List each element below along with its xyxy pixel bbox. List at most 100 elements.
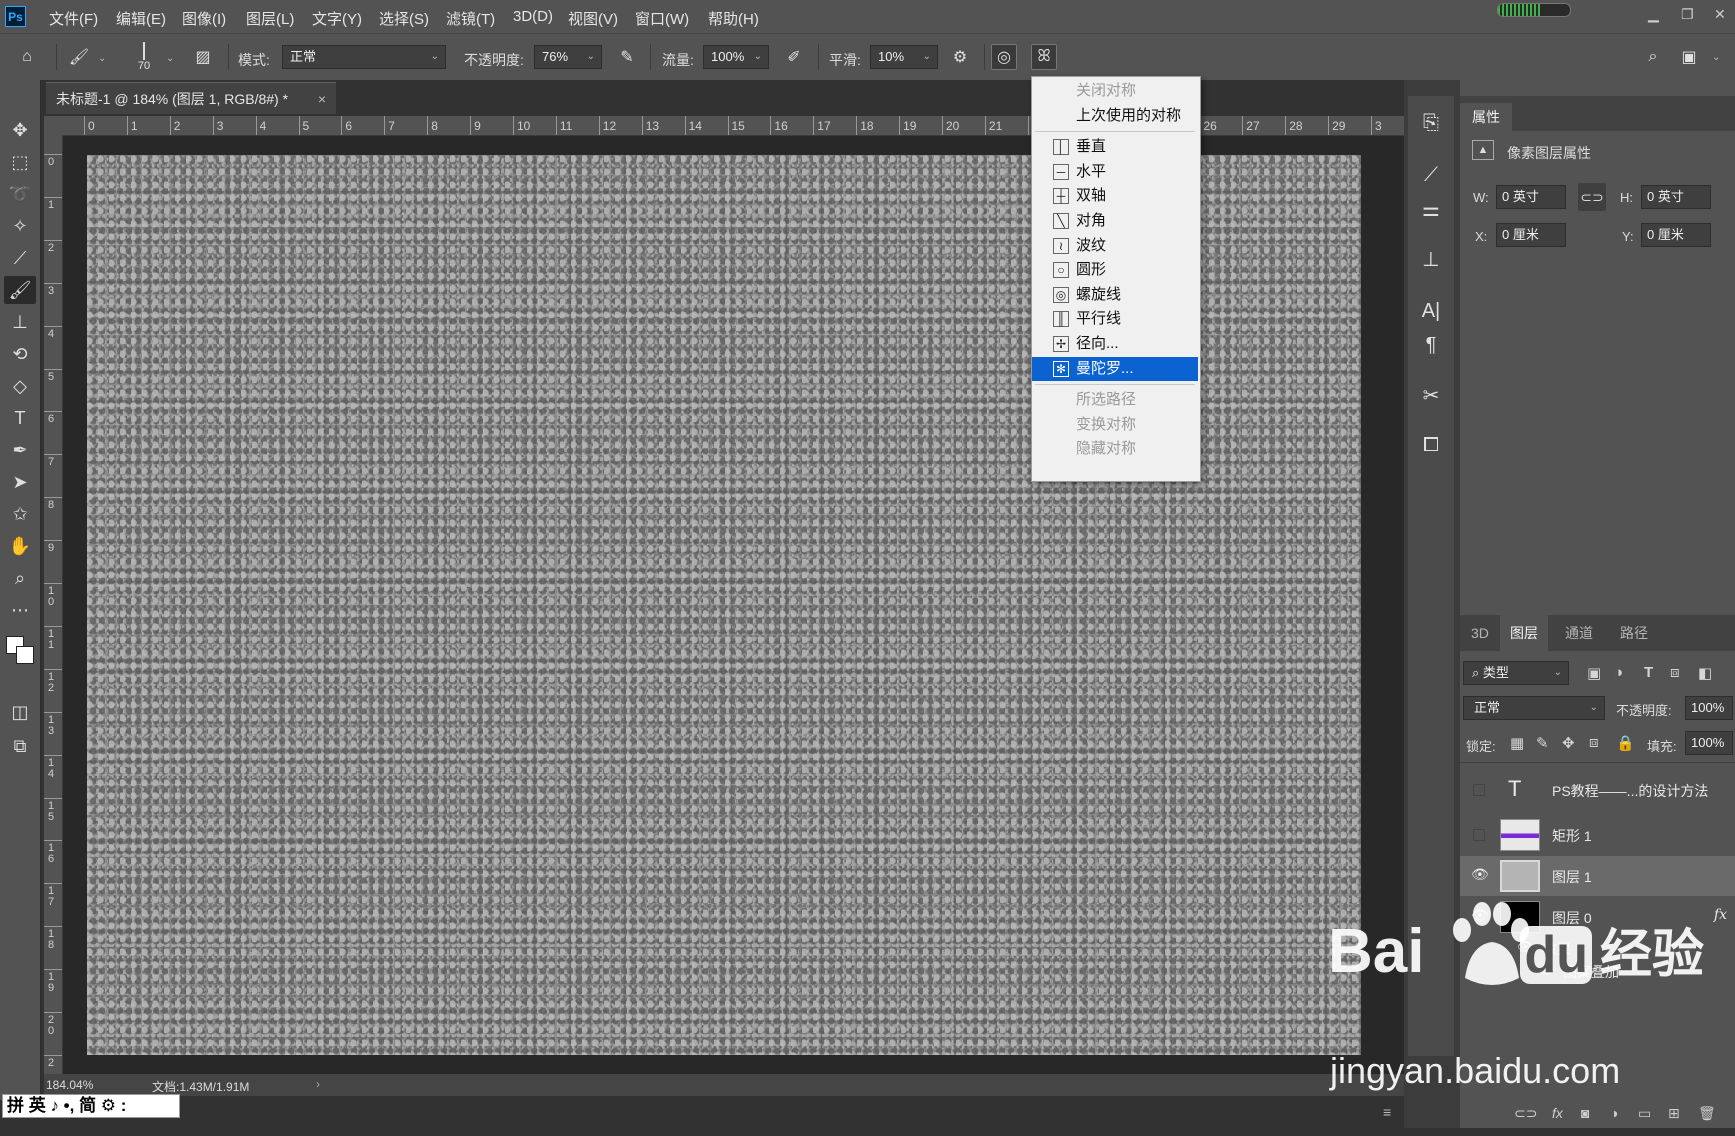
menu-select[interactable]: 选择(S) <box>379 8 429 29</box>
symmetry-menu-item[interactable]: ╲ 对角 <box>1032 209 1198 233</box>
menu-help[interactable]: 帮助(H) <box>708 8 759 29</box>
menu-type[interactable]: 文字(Y) <box>312 8 362 29</box>
zoom-tool-icon[interactable]: ⌕ <box>4 564 36 592</box>
opacity-field[interactable]: 76% ⌄ <box>534 45 602 69</box>
ime-toolbar[interactable]: 拼 英 ♪ •, 简 ⚙ : <box>2 1094 180 1118</box>
new-layer-icon[interactable]: ⊞ <box>1668 1105 1680 1122</box>
tools-preset-icon[interactable]: ✂ <box>1412 378 1450 412</box>
pressure-opacity-icon[interactable]: ✎ <box>614 44 640 70</box>
symmetry-menu-item[interactable]: ○ 圆形 <box>1032 258 1198 282</box>
lock-all-icon[interactable]: 🔒 <box>1616 734 1635 752</box>
add-mask-icon[interactable]: ◙ <box>1581 1105 1589 1121</box>
brush-settings-icon[interactable]: ⟋ <box>1412 158 1450 192</box>
symmetry-menu-item[interactable]: ✢ 径向... <box>1032 332 1198 356</box>
ruler-top[interactable]: 0123456789101112131415161718192021222324… <box>62 116 1404 136</box>
close-icon[interactable]: ✕ <box>1714 6 1726 23</box>
magic-wand-icon[interactable]: ✧ <box>4 212 36 240</box>
filter-type-icon[interactable]: T <box>1644 664 1653 681</box>
filter-pixel-icon[interactable]: ▣ <box>1587 664 1601 682</box>
status-arrow-icon[interactable]: › <box>316 1077 320 1091</box>
filter-shape-icon[interactable]: ⧈ <box>1670 664 1680 681</box>
lock-position-icon[interactable]: ✥ <box>1562 734 1575 752</box>
eraser-tool-icon[interactable]: ◇ <box>4 372 36 400</box>
link-layers-icon[interactable]: ⊂⊃ <box>1514 1105 1537 1122</box>
restore-icon[interactable]: ❐ <box>1681 6 1694 23</box>
path-select-icon[interactable]: ➤ <box>4 468 36 496</box>
home-icon[interactable]: ⌂ <box>14 44 40 70</box>
symmetry-butterfly-icon[interactable]: ꕤ <box>1031 44 1057 70</box>
brush-tool-icon[interactable]: 🖌 <box>4 276 36 304</box>
symmetry-menu-item[interactable]: ║ 平行线 <box>1032 307 1198 331</box>
adjustments-icon[interactable]: ⚌ <box>1412 192 1450 226</box>
fx-icon[interactable]: fx <box>1714 907 1727 923</box>
menu-filter[interactable]: 滤镜(T) <box>446 8 495 29</box>
tab-paths[interactable]: 路径 <box>1610 615 1658 651</box>
menu-image[interactable]: 图像(I) <box>182 8 226 29</box>
artboard-icon[interactable]: ⧠ <box>1412 428 1450 462</box>
blend-mode-select[interactable]: 正常 ⌄ <box>1463 696 1605 720</box>
marquee-tool-icon[interactable]: ⬚ <box>4 148 36 176</box>
document-tab[interactable]: 未标题-1 @ 184% (图层 1, RGB/8#) * × <box>46 82 336 114</box>
paragraph-panel-icon[interactable]: ¶ <box>1412 328 1450 362</box>
background-color-swatch[interactable] <box>16 646 34 664</box>
type-tool-icon[interactable]: T <box>4 404 36 432</box>
zoom-level[interactable]: 184.04% <box>46 1078 93 1092</box>
flow-field[interactable]: 100% ⌄ <box>703 45 769 69</box>
visibility-toggle[interactable] <box>1473 784 1485 796</box>
stamp-tool-icon[interactable]: ⊥ <box>4 308 36 336</box>
move-tool-icon[interactable]: ✥ <box>4 116 36 144</box>
mode-select[interactable]: 正常 ⌄ <box>282 45 446 69</box>
tab-3d[interactable]: 3D <box>1461 615 1499 651</box>
hand-tool-icon[interactable]: ✋ <box>4 532 36 560</box>
layer-opacity-field[interactable]: 100% <box>1685 696 1733 720</box>
menu-window[interactable]: 窗口(W) <box>635 8 689 29</box>
pressure-size-icon[interactable]: ◎ <box>991 44 1017 70</box>
lock-artboard-icon[interactable]: ⧈ <box>1589 734 1599 751</box>
layer-filter-select[interactable]: ⌕ 类型 ⌄ <box>1463 661 1569 685</box>
panel-menu-icon[interactable]: ≡ <box>1383 1104 1391 1120</box>
history-brush-icon[interactable]: ⟲ <box>4 340 36 368</box>
pen-tool-icon[interactable]: ✒ <box>4 436 36 464</box>
link-icon[interactable]: ⊂⊃ <box>1578 183 1606 211</box>
menu-view[interactable]: 视图(V) <box>568 8 618 29</box>
tab-layers[interactable]: 图层 <box>1500 615 1548 651</box>
filter-smart-object-icon[interactable]: ◧ <box>1698 664 1712 682</box>
height-field[interactable]: 0 英寸 <box>1641 185 1711 209</box>
lasso-tool-icon[interactable]: ➰ <box>4 180 36 208</box>
smooth-field[interactable]: 10% ⌄ <box>870 45 938 69</box>
history-panel-icon[interactable]: ⎘ <box>1412 106 1450 140</box>
tab-channels[interactable]: 通道 <box>1555 615 1603 651</box>
delete-layer-icon[interactable]: 🗑 <box>1698 1105 1716 1122</box>
layer-row[interactable]: T PS教程——...的设计方法 <box>1460 770 1735 810</box>
clone-source-icon[interactable]: ⊥ <box>1412 242 1450 276</box>
symmetry-menu-item[interactable]: ✻ 曼陀罗... <box>1032 356 1198 381</box>
eye-icon[interactable]: 👁 <box>1471 866 1489 883</box>
symmetry-menu-item[interactable]: ─ 水平 <box>1032 160 1198 184</box>
screen-mode-icon[interactable]: ⧉ <box>4 732 36 760</box>
photoshop-logo[interactable]: Ps <box>5 6 26 27</box>
more-tools-icon[interactable]: ⋯ <box>4 596 36 624</box>
symmetry-menu-item[interactable]: ┼ 双轴 <box>1032 184 1198 208</box>
symmetry-menu-item[interactable]: ◎ 螺旋线 <box>1032 283 1198 307</box>
symmetry-menu-item[interactable]: ≀ 波纹 <box>1032 234 1198 258</box>
menu-file[interactable]: 文件(F) <box>49 8 98 29</box>
fill-field[interactable]: 100% <box>1685 731 1733 755</box>
filter-adjustment-icon[interactable]: ◑ <box>1614 664 1623 681</box>
brush-preset-icon[interactable]: 🖌 <box>66 44 92 70</box>
visibility-toggle[interactable] <box>1473 829 1485 841</box>
layer-row[interactable]: 👁 图层 1 <box>1460 856 1735 896</box>
layer-row[interactable]: 矩形 1 <box>1460 815 1735 855</box>
menu-layer[interactable]: 图层(L) <box>246 8 294 29</box>
ruler-left[interactable]: 0 1 2 3 4 5 6 7 8 9 10 11 12 13 14 15 16 17 18 19 20 2 <box>44 135 63 1074</box>
character-panel-icon[interactable]: A| <box>1412 294 1450 328</box>
y-field[interactable]: 0 厘米 <box>1641 223 1711 247</box>
add-style-icon[interactable]: fx <box>1552 1105 1563 1121</box>
airbrush-icon[interactable]: ✐ <box>781 44 807 70</box>
tab-properties[interactable]: 属性 <box>1460 103 1512 131</box>
eyedropper-icon[interactable]: ⟋ <box>4 244 36 272</box>
brush-panel-icon[interactable]: ▨ <box>190 44 216 70</box>
brush-size-picker[interactable]: 70 <box>126 40 162 76</box>
quick-mask-icon[interactable]: ◫ <box>4 698 36 726</box>
symmetry-menu-item[interactable]: 上次使用的对称 <box>1032 104 1198 128</box>
adjustment-layer-icon[interactable]: ◑ <box>1610 1105 1618 1121</box>
